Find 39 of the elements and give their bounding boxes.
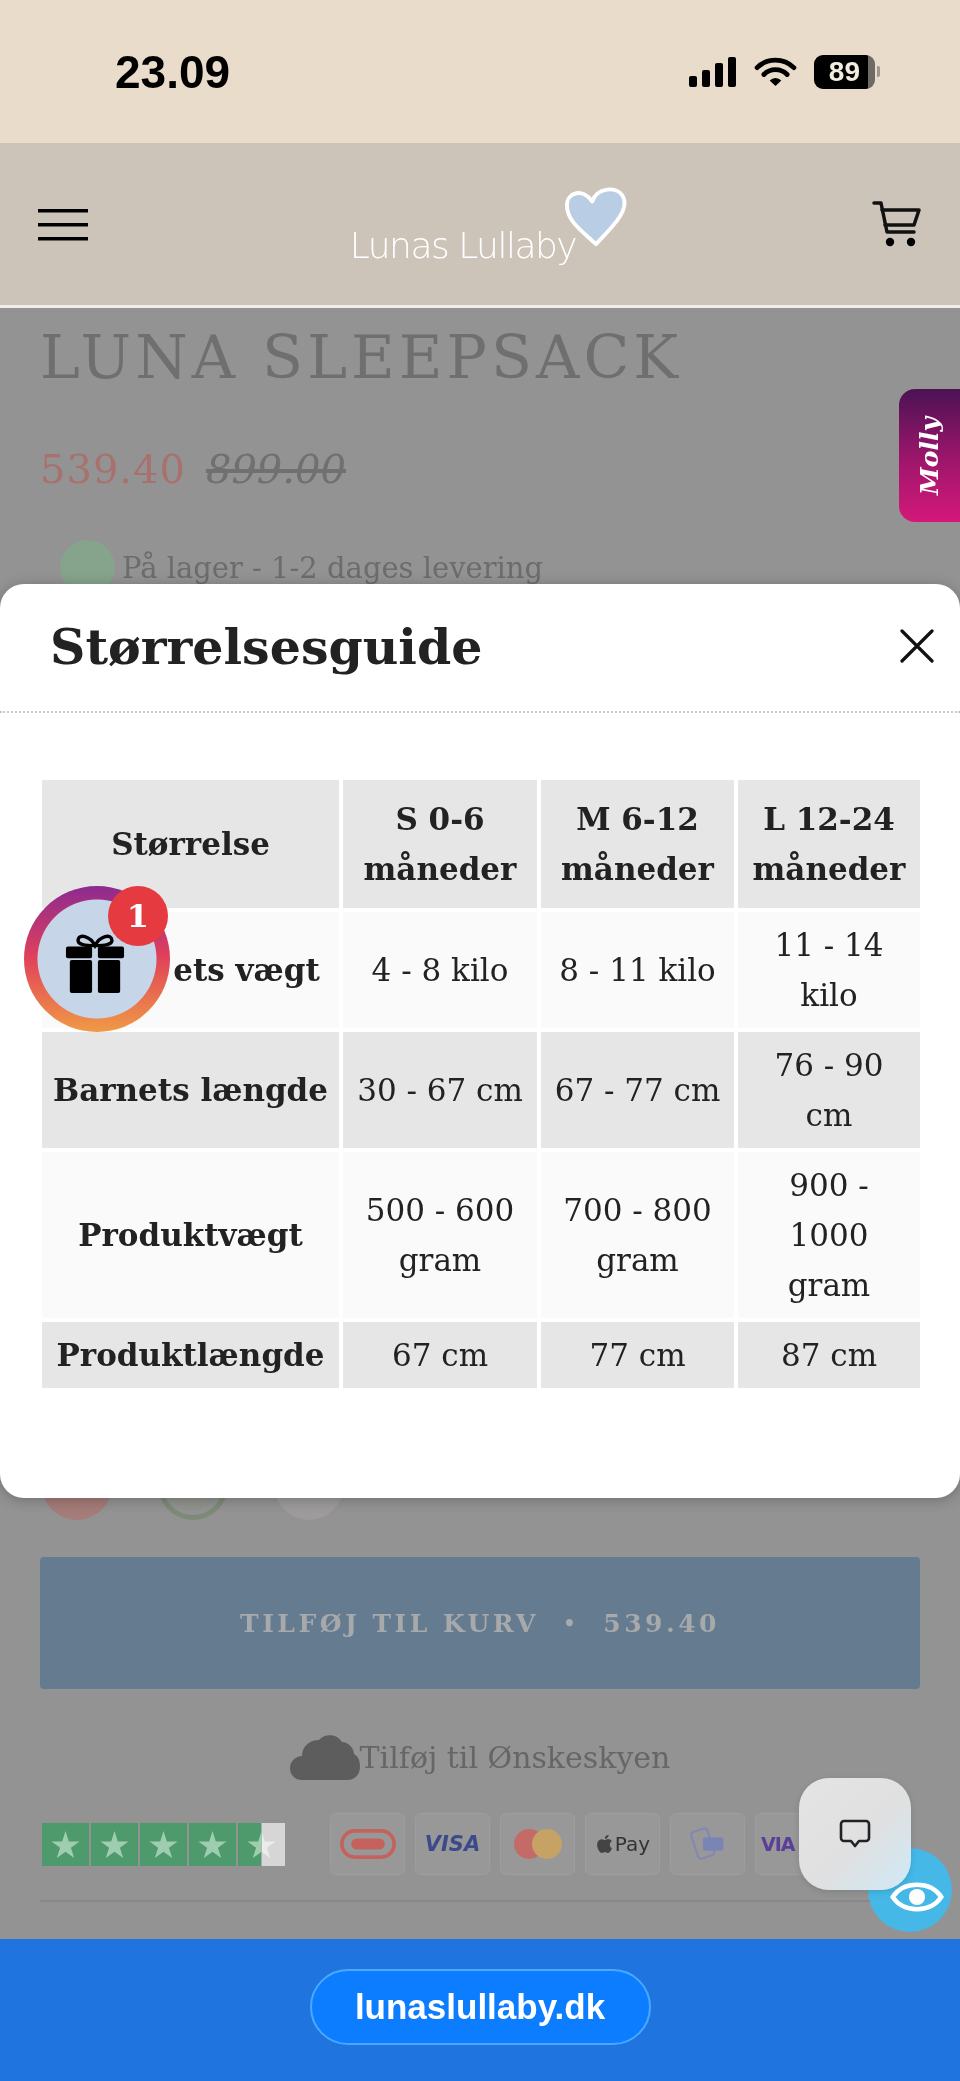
gift-icon: [64, 933, 126, 993]
row-header: Barnets længde: [42, 1032, 339, 1148]
close-icon[interactable]: [900, 629, 934, 663]
payment-method-label: VISA: [424, 1832, 481, 1856]
table-cell: 67 cm: [343, 1322, 537, 1388]
address-bar[interactable]: lunaslullaby.dk: [309, 1969, 651, 2045]
payment-method-label: VIA: [761, 1833, 795, 1855]
cart-icon[interactable]: [872, 199, 922, 249]
card-logo-icon: [339, 1827, 396, 1861]
cloud-icon: [289, 1734, 360, 1780]
add-to-cart-button[interactable]: TILFØJ TIL KURV • 539.40: [40, 1557, 920, 1689]
payment-method-label: Pay: [614, 1832, 651, 1856]
status-time: 23.09: [115, 48, 231, 95]
apple-icon: [594, 1833, 613, 1855]
dialog-title: Størrelsesguide: [50, 617, 483, 677]
row-header: Produktvægt: [42, 1152, 339, 1318]
signal-icon: [688, 56, 737, 87]
table-cell: 900 - 1000 gram: [738, 1152, 920, 1318]
column-header: L 12-24 måneder: [738, 780, 920, 908]
assistant-tab[interactable]: Molly: [899, 389, 960, 522]
row-header: Produktlængde: [42, 1322, 339, 1388]
table-cell: 87 cm: [738, 1322, 920, 1388]
table-cell: 11 - 14 kilo: [738, 912, 920, 1028]
chat-icon: [839, 1819, 871, 1849]
table-cell: 4 - 8 kilo: [343, 912, 537, 1028]
table-cell: 76 - 90 cm: [738, 1032, 920, 1148]
menu-icon[interactable]: [38, 209, 88, 241]
logo-link[interactable]: Lunas Lullaby: [349, 186, 631, 270]
table-cell: 8 - 11 kilo: [541, 912, 734, 1028]
table-cell: 700 - 800 gram: [541, 1152, 734, 1318]
column-header: M 6-12 måneder: [541, 780, 734, 908]
column-header: S 0-6 måneder: [343, 780, 537, 908]
table-cell: 67 - 77 cm: [541, 1032, 734, 1148]
table-cell: 500 - 600 gram: [343, 1152, 537, 1318]
wifi-icon: [753, 56, 797, 87]
battery-indicator: 89: [813, 54, 880, 89]
table-cell: 30 - 67 cm: [343, 1032, 537, 1148]
table-cell: 77 cm: [541, 1322, 734, 1388]
chat-button[interactable]: [799, 1778, 911, 1890]
